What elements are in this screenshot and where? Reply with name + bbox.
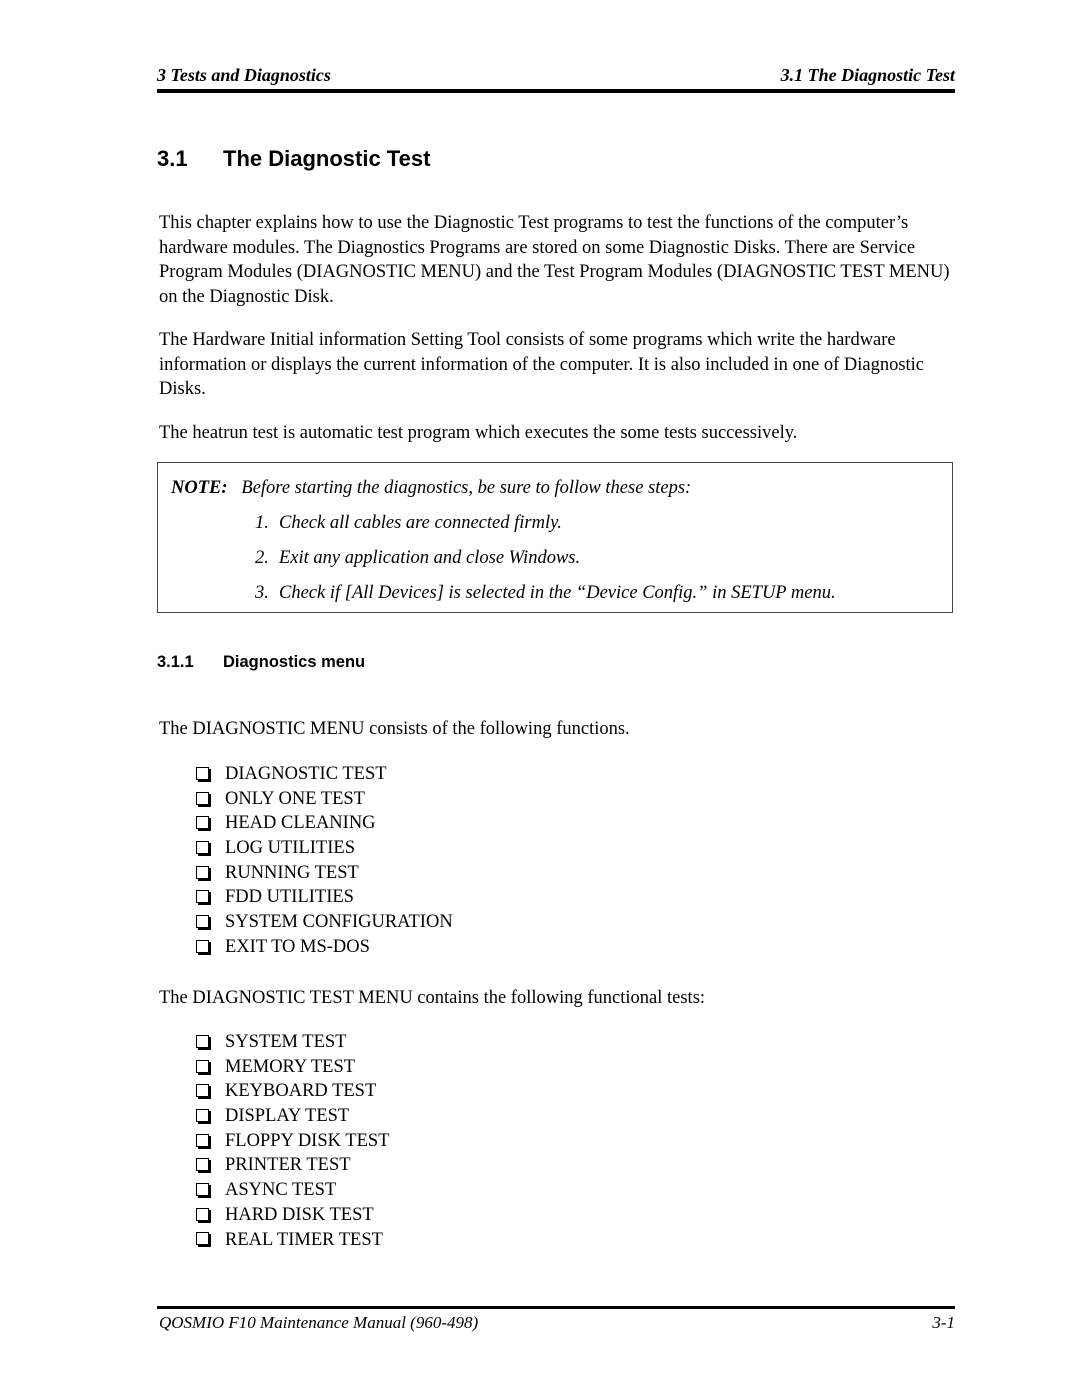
list-item: KEYBOARD TEST: [196, 1079, 389, 1104]
list-item-text: FLOPPY DISK TEST: [225, 1130, 390, 1151]
checkbox-bullet-icon: [196, 1059, 209, 1073]
checkbox-bullet-icon: [196, 1207, 209, 1221]
menu-intro: The DIAGNOSTIC MENU consists of the foll…: [159, 719, 630, 739]
list-item: DISPLAY TEST: [196, 1104, 389, 1129]
section-title-text: The Diagnostic Test: [223, 146, 431, 171]
list-item: MEMORY TEST: [196, 1055, 389, 1080]
checkbox-bullet-icon: [196, 1232, 209, 1246]
step-text: Exit any application and close Windows.: [279, 548, 581, 568]
list-item-text: HEAD CLEANING: [225, 813, 376, 834]
note-intro: Before starting the diagnostics, be sure…: [241, 478, 692, 498]
list-item-text: DISPLAY TEST: [225, 1106, 350, 1127]
note-step: 2. Exit any application and close Windows…: [255, 547, 580, 569]
heatrun-paragraph: The heatrun test is automatic test progr…: [159, 423, 798, 443]
subsection-title: 3.1.1 Diagnostics menu: [157, 651, 365, 673]
intro-paragraph: This chapter explains how to use the Dia…: [159, 213, 950, 307]
note-intro-line: NOTE: Before starting the diagnostics, b…: [171, 477, 691, 499]
checkbox-bullet-icon: [196, 890, 209, 904]
list-item: ASYNC TEST: [196, 1178, 389, 1203]
subsection-number: 3.1.1: [157, 653, 194, 671]
list-item-text: EXIT TO MS-DOS: [225, 936, 370, 957]
step-number: 1.: [255, 513, 269, 533]
list-item: DIAGNOSTIC TEST: [196, 762, 453, 787]
checkbox-bullet-icon: [196, 1084, 209, 1098]
list-item: ONLY ONE TEST: [196, 787, 453, 812]
note-step: 3. Check if [All Devices] is selected in …: [255, 582, 836, 604]
test-menu-intro: The DIAGNOSTIC TEST MENU contains the fo…: [159, 988, 706, 1008]
checkbox-bullet-icon: [196, 865, 209, 879]
checkbox-bullet-icon: [196, 914, 209, 928]
checkbox-bullet-icon: [196, 1108, 209, 1122]
list-item: LOG UTILITIES: [196, 836, 453, 861]
section-number: 3.1: [157, 146, 188, 171]
section-title: 3.1 The Diagnostic Test: [157, 144, 430, 174]
list-item-text: RUNNING TEST: [225, 862, 359, 883]
list-item-text: REAL TIMER TEST: [225, 1229, 383, 1250]
step-text: Check all cables are connected firmly.: [279, 513, 562, 533]
list-item: EXIT TO MS-DOS: [196, 935, 453, 960]
checkbox-bullet-icon: [196, 791, 209, 805]
diagnostic-menu-list: DIAGNOSTIC TEST ONLY ONE TEST HEAD CLEAN…: [196, 762, 453, 960]
list-item-text: DIAGNOSTIC TEST: [225, 764, 387, 784]
list-item-text: MEMORY TEST: [225, 1056, 356, 1077]
list-item-text: HARD DISK TEST: [225, 1204, 374, 1225]
page-header: 3 Tests and Diagnostics 3.1 The Diagnost…: [157, 64, 955, 86]
list-item: FDD UTILITIES: [196, 885, 453, 910]
list-item-text: LOG UTILITIES: [225, 838, 355, 859]
diagnostic-test-list: SYSTEM TEST MEMORY TEST KEYBOARD TEST DI…: [196, 1030, 389, 1252]
step-number: 3.: [255, 583, 269, 603]
footer-manual-title: QOSMIO F10 Maintenance Manual (960-498): [159, 1313, 479, 1332]
page-footer: QOSMIO F10 Maintenance Manual (960-498) …: [159, 1312, 955, 1334]
note-box: NOTE: Before starting the diagnostics, b…: [157, 462, 953, 613]
list-item: PRINTER TEST: [196, 1153, 389, 1178]
subsection-title-text: Diagnostics menu: [223, 653, 366, 671]
list-item-text: FDD UTILITIES: [225, 887, 354, 908]
list-item: SYSTEM TEST: [196, 1030, 389, 1055]
note-label: NOTE:: [171, 478, 228, 498]
checkbox-bullet-icon: [196, 1158, 209, 1172]
step-number: 2.: [255, 548, 269, 568]
checkbox-bullet-icon: [196, 939, 209, 953]
checkbox-bullet-icon: [196, 1034, 209, 1048]
list-item: REAL TIMER TEST: [196, 1228, 389, 1253]
list-item: RUNNING TEST: [196, 861, 453, 886]
list-item-text: ONLY ONE TEST: [225, 788, 365, 809]
list-item-text: PRINTER TEST: [225, 1155, 351, 1176]
checkbox-bullet-icon: [196, 766, 209, 780]
footer-page-number: 3-1: [932, 1313, 955, 1332]
list-item-text: KEYBOARD TEST: [225, 1081, 377, 1102]
list-item: SYSTEM CONFIGURATION: [196, 910, 453, 935]
footer-rule: [157, 1306, 955, 1309]
list-item: HARD DISK TEST: [196, 1203, 389, 1228]
list-item-text: ASYNC TEST: [225, 1180, 337, 1201]
checkbox-bullet-icon: [196, 840, 209, 854]
list-item-text: SYSTEM TEST: [225, 1032, 347, 1052]
note-step: 1. Check all cables are connected firmly.: [255, 512, 562, 534]
step-text: Check if [All Devices] is selected in th…: [279, 583, 836, 603]
tool-paragraph: The Hardware Initial information Setting…: [159, 330, 925, 399]
list-item: HEAD CLEANING: [196, 811, 453, 836]
list-item: FLOPPY DISK TEST: [196, 1129, 389, 1154]
checkbox-bullet-icon: [196, 1133, 209, 1147]
list-item-text: SYSTEM CONFIGURATION: [225, 912, 453, 933]
header-section: 3.1 The Diagnostic Test: [780, 65, 955, 85]
checkbox-bullet-icon: [196, 816, 209, 830]
header-rule: [157, 89, 955, 93]
checkbox-bullet-icon: [196, 1182, 209, 1196]
header-chapter: 3 Tests and Diagnostics: [157, 65, 331, 85]
